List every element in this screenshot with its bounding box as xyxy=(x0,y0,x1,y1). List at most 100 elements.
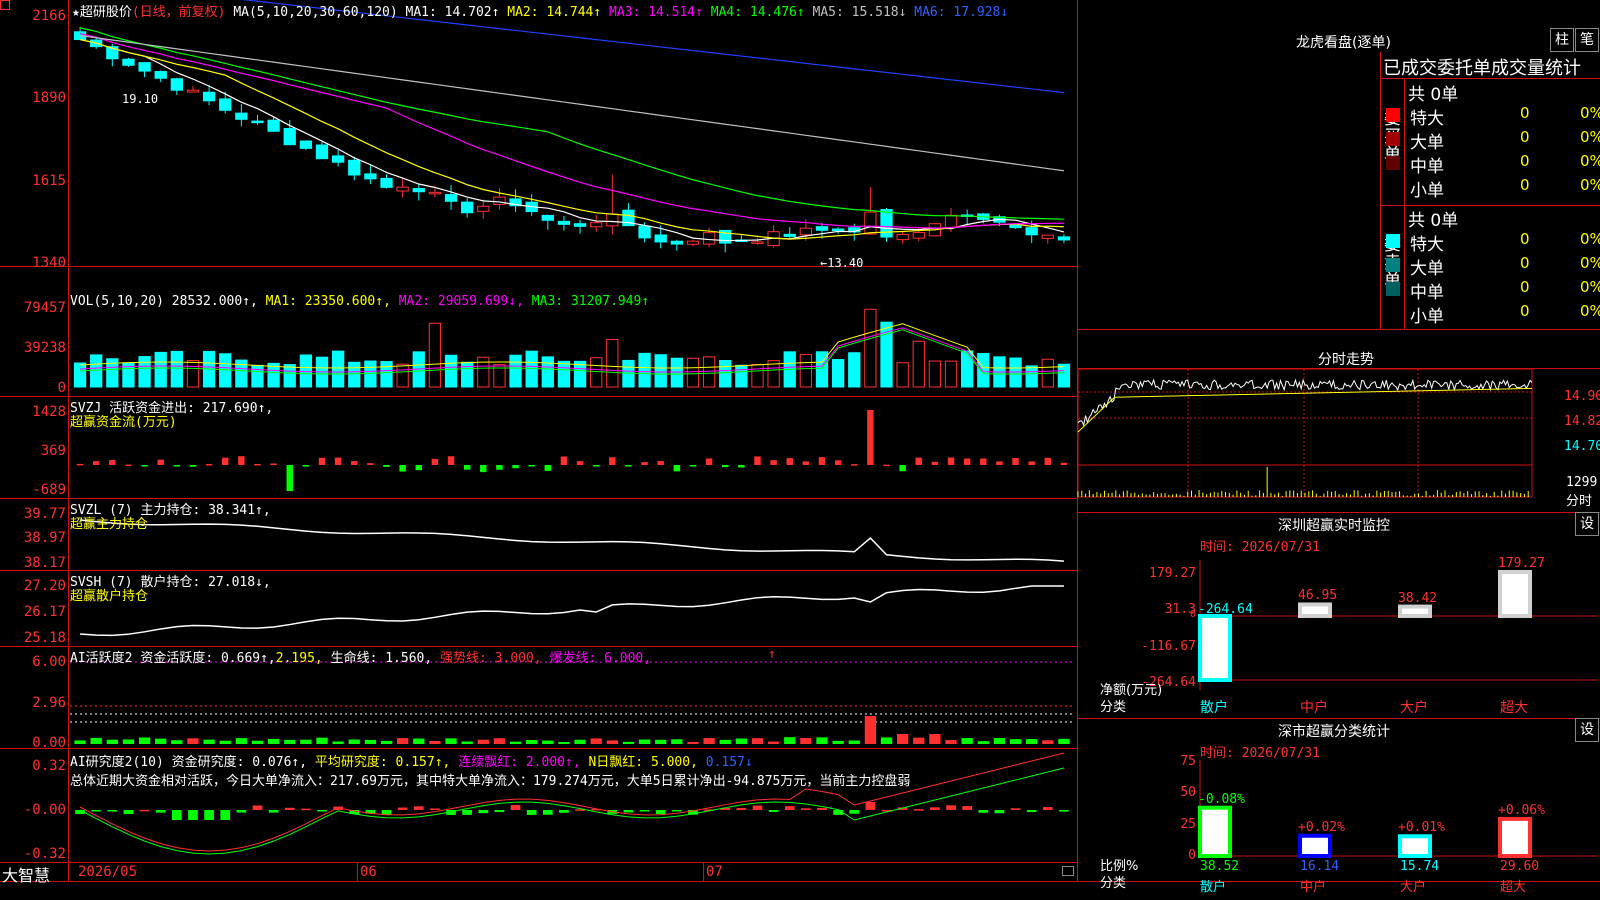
activity-bar xyxy=(429,740,441,744)
order-color-swatch xyxy=(1386,282,1400,296)
candle-body xyxy=(590,222,603,228)
volume-bar xyxy=(735,364,748,388)
activity-bar xyxy=(574,739,586,744)
activity-bar xyxy=(332,741,344,744)
activity-bar xyxy=(1042,740,1054,744)
activity-bar xyxy=(348,739,360,744)
volume-bar xyxy=(331,350,345,388)
research-bar xyxy=(284,807,295,810)
activity-bar xyxy=(90,737,102,744)
candle-body xyxy=(444,194,458,202)
flow-bar xyxy=(173,465,181,467)
research-bar xyxy=(962,806,972,810)
research-bar xyxy=(817,807,827,810)
ai-active-item5: 爆发线: 6.000, xyxy=(549,651,652,666)
lock-icon[interactable] xyxy=(1062,866,1074,876)
flow-bar xyxy=(1044,457,1052,465)
order-color-swatch xyxy=(1386,156,1400,170)
svzj-ytick-0: 1428 xyxy=(32,404,66,420)
volume-bar xyxy=(364,360,377,388)
date-tick-2: 07 xyxy=(706,864,723,880)
order-pct: 0% xyxy=(1580,104,1600,122)
ai-active-ytick-2: 0.00 xyxy=(32,735,66,751)
activity-bar xyxy=(655,739,667,744)
activity-bar xyxy=(364,739,377,744)
flow-bar xyxy=(576,461,584,465)
classify-time: 时间: 2026/07/31 xyxy=(1200,746,1320,761)
volume-bar xyxy=(170,350,183,388)
classify-settings-button[interactable]: 设 xyxy=(1575,718,1599,742)
flow-bar xyxy=(560,456,568,465)
volume-bar xyxy=(654,354,667,388)
classify-value-label: 16.14 xyxy=(1300,859,1340,874)
research-bar xyxy=(188,810,198,820)
candle-body xyxy=(912,232,925,239)
research-bar xyxy=(220,810,231,820)
vol-ma1: MA1: 23350.600↑, xyxy=(265,294,391,309)
volume-bar xyxy=(154,351,167,388)
research-bar xyxy=(1059,810,1069,812)
research-bar xyxy=(1010,808,1021,810)
bar-view-button[interactable]: 柱 xyxy=(1550,28,1574,52)
volume-bar xyxy=(428,322,442,388)
research-bar xyxy=(317,810,327,812)
tick-view-button[interactable]: 笔 xyxy=(1575,28,1599,52)
volume-bar xyxy=(509,354,522,388)
classify-value-label: 38.52 xyxy=(1200,859,1240,874)
flow-bar xyxy=(980,458,987,465)
activity-bar xyxy=(300,739,312,744)
volume-bar xyxy=(799,354,813,388)
monitor-time: 时间: 2026/07/31 xyxy=(1200,540,1320,555)
svsh-line xyxy=(80,585,1064,637)
research-bar xyxy=(1026,810,1037,813)
research-bar xyxy=(172,810,182,820)
classify-change-label: -0.08% xyxy=(1198,791,1245,807)
vol-ytick-0: 79457 xyxy=(23,300,66,316)
minute-ytick-2: 14.70 xyxy=(1564,439,1600,454)
volume-bar xyxy=(1057,363,1071,388)
research-bar xyxy=(849,810,860,814)
classify-ytick-1: 50 xyxy=(1180,785,1196,800)
svzl-ytick-1: 38.97 xyxy=(23,530,66,546)
candle-body xyxy=(315,144,329,160)
activity-bar xyxy=(413,738,425,744)
monitor-category-label: 分类 xyxy=(1100,700,1127,715)
candle-body xyxy=(364,173,377,180)
monitor-bar xyxy=(1398,604,1432,618)
volume-bar xyxy=(348,361,361,388)
activity-bar xyxy=(558,741,570,744)
activity-bar xyxy=(767,741,780,744)
ai-active-name: AI活跃度2 xyxy=(70,651,133,666)
candle-body xyxy=(654,234,667,243)
monitor-settings-button[interactable]: 设 xyxy=(1575,512,1599,536)
activity-bar xyxy=(864,716,877,744)
candle-body xyxy=(283,127,296,146)
dragon-subtitle: 已成交委托单成交量统计 xyxy=(1383,58,1581,79)
order-size-name: 特大 xyxy=(1410,109,1444,129)
activity-bar xyxy=(671,739,683,744)
sell-total: 共 0单 xyxy=(1408,211,1459,231)
research-bar xyxy=(913,809,924,811)
flow-bar xyxy=(883,464,890,467)
activity-bar xyxy=(445,738,457,744)
research-bar xyxy=(123,810,134,815)
monitor-value-label: -264.64 xyxy=(1198,602,1253,617)
order-pct: 0% xyxy=(1580,302,1600,320)
monitor-ytick-2: 0 xyxy=(1189,609,1196,620)
monitor-value-label: 179.27 xyxy=(1498,556,1545,571)
minute-ytick-0: 14.90 xyxy=(1564,389,1600,404)
volume-bar xyxy=(848,352,861,388)
vol-ytick-2: 0 xyxy=(57,380,66,396)
research-bar xyxy=(672,810,682,812)
flow-bar xyxy=(528,465,535,467)
buy-total: 共 0单 xyxy=(1408,85,1459,105)
vol-header: VOL(5,10,20) 28532.000↑, MA1: 23350.600↑… xyxy=(70,294,649,309)
candle-body xyxy=(186,89,200,93)
research-bar xyxy=(559,810,569,813)
monitor-category: 超大 xyxy=(1500,700,1528,716)
flow-bar xyxy=(238,456,245,465)
volume-bar xyxy=(525,350,538,388)
activity-bar xyxy=(477,739,489,744)
volume-bar xyxy=(283,364,296,388)
classify-category: 大户 xyxy=(1400,880,1427,895)
